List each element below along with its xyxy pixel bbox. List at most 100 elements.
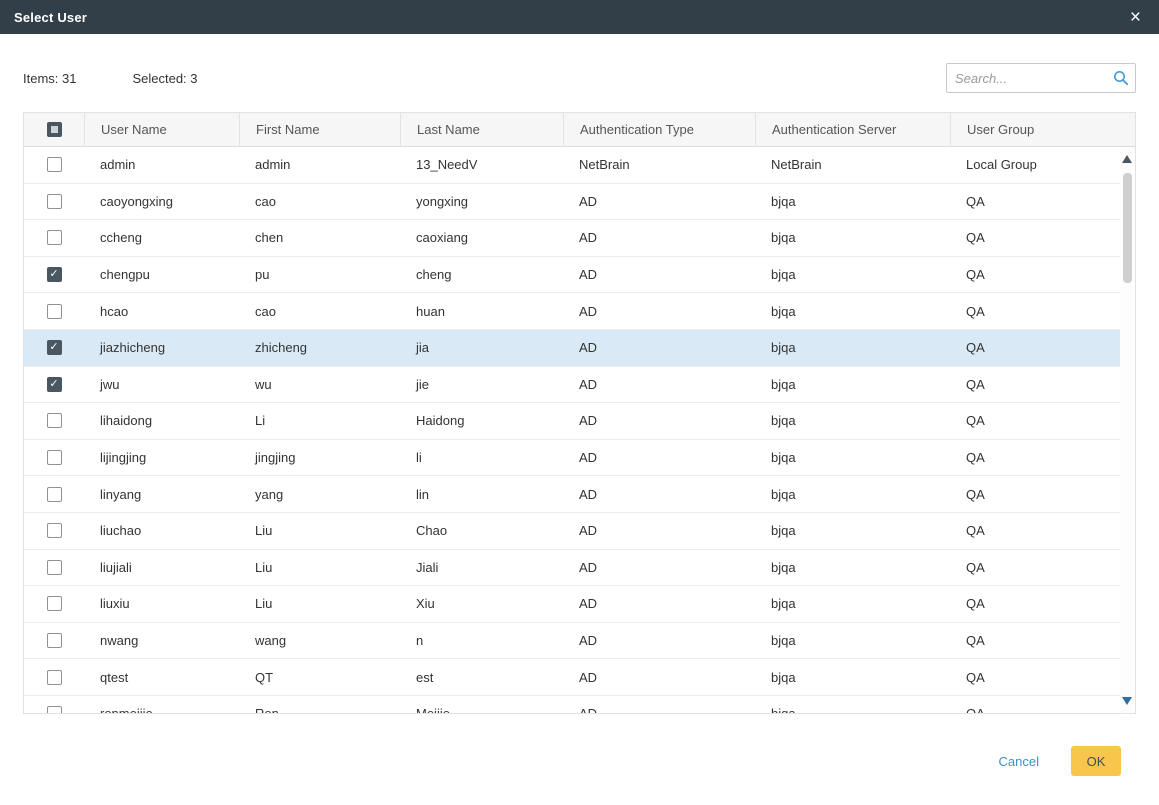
row-checkbox-cell [24, 293, 84, 329]
vertical-scrollbar[interactable] [1120, 147, 1135, 713]
row-checkbox[interactable] [47, 596, 62, 611]
table-cell: est [400, 659, 563, 695]
row-checkbox[interactable] [47, 560, 62, 575]
table-row[interactable]: linyangyanglinADbjqaQA [24, 476, 1135, 513]
table-cell: yang [239, 476, 400, 512]
row-checkbox[interactable] [47, 157, 62, 172]
close-icon[interactable]: × [1126, 6, 1145, 29]
table-row[interactable]: liujialiLiuJialiADbjqaQA [24, 550, 1135, 587]
row-checkbox[interactable] [47, 487, 62, 502]
table-cell: QA [950, 696, 1135, 713]
table-cell: bjqa [755, 257, 950, 293]
table-cell: Chao [400, 513, 563, 549]
table-cell: liuxiu [84, 586, 239, 622]
column-header-authentication-server[interactable]: Authentication Server [755, 113, 950, 146]
row-checkbox[interactable] [47, 670, 62, 685]
table-cell: zhicheng [239, 330, 400, 366]
table-cell: jingjing [239, 440, 400, 476]
table-header: User NameFirst NameLast NameAuthenticati… [24, 113, 1135, 147]
row-checkbox[interactable] [47, 633, 62, 648]
table-cell: AD [563, 257, 755, 293]
search-icon[interactable] [1107, 70, 1135, 86]
row-checkbox-cell [24, 513, 84, 549]
user-table: User NameFirst NameLast NameAuthenticati… [23, 112, 1136, 714]
table-cell: AD [563, 220, 755, 256]
scroll-up-icon[interactable] [1122, 155, 1132, 163]
table-row[interactable]: nwangwangnADbjqaQA [24, 623, 1135, 660]
table-cell: bjqa [755, 476, 950, 512]
row-checkbox[interactable] [47, 194, 62, 209]
table-cell: Ren [239, 696, 400, 713]
row-checkbox-cell [24, 147, 84, 183]
row-checkbox-cell [24, 659, 84, 695]
dialog-footer: Cancel OK [999, 746, 1121, 776]
table-cell: QA [950, 403, 1135, 439]
column-header-first-name[interactable]: First Name [239, 113, 400, 146]
table-cell: jiazhicheng [84, 330, 239, 366]
table-cell: QA [950, 293, 1135, 329]
table-cell: wu [239, 367, 400, 403]
table-cell: jie [400, 367, 563, 403]
table-cell: bjqa [755, 659, 950, 695]
row-checkbox[interactable] [47, 523, 62, 538]
column-header-last-name[interactable]: Last Name [400, 113, 563, 146]
column-header-authentication-type[interactable]: Authentication Type [563, 113, 755, 146]
row-checkbox[interactable] [47, 230, 62, 245]
table-cell: jia [400, 330, 563, 366]
table-cell: bjqa [755, 330, 950, 366]
table-row[interactable]: caoyongxingcaoyongxingADbjqaQA [24, 184, 1135, 221]
row-checkbox-cell [24, 476, 84, 512]
table-cell: AD [563, 586, 755, 622]
search-input[interactable] [947, 71, 1107, 86]
table-row[interactable]: lijingjingjingjingliADbjqaQA [24, 440, 1135, 477]
table-cell: QA [950, 257, 1135, 293]
column-header-user-group[interactable]: User Group [950, 113, 1135, 146]
column-header-user-name[interactable]: User Name [84, 113, 239, 146]
row-checkbox[interactable]: ✓ [47, 267, 62, 282]
table-cell: bjqa [755, 440, 950, 476]
row-checkbox[interactable] [47, 413, 62, 428]
table-cell: Liu [239, 586, 400, 622]
table-cell: bjqa [755, 184, 950, 220]
table-row[interactable]: liuxiuLiuXiuADbjqaQA [24, 586, 1135, 623]
table-body: adminadmin13_NeedVNetBrainNetBrainLocal … [24, 147, 1135, 713]
table-cell: QA [950, 367, 1135, 403]
row-checkbox[interactable]: ✓ [47, 340, 62, 355]
scrollbar-thumb[interactable] [1123, 173, 1132, 283]
table-row[interactable]: qtestQTestADbjqaQA [24, 659, 1135, 696]
row-checkbox[interactable] [47, 706, 62, 713]
scroll-down-icon[interactable] [1122, 697, 1132, 705]
select-all-checkbox[interactable] [47, 122, 62, 137]
row-checkbox[interactable]: ✓ [47, 377, 62, 392]
table-row[interactable]: cchengchencaoxiangADbjqaQA [24, 220, 1135, 257]
table-cell: hcao [84, 293, 239, 329]
table-cell: QA [950, 513, 1135, 549]
items-count: Items: 31 [23, 71, 76, 86]
table-cell: QA [950, 623, 1135, 659]
table-row[interactable]: adminadmin13_NeedVNetBrainNetBrainLocal … [24, 147, 1135, 184]
row-checkbox-cell [24, 184, 84, 220]
table-cell: bjqa [755, 550, 950, 586]
table-cell: AD [563, 440, 755, 476]
table-cell: Local Group [950, 147, 1135, 183]
table-row[interactable]: hcaocaohuanADbjqaQA [24, 293, 1135, 330]
table-row[interactable]: ✓jwuwujieADbjqaQA [24, 367, 1135, 404]
table-cell: AD [563, 623, 755, 659]
table-cell: linyang [84, 476, 239, 512]
table-cell: AD [563, 513, 755, 549]
table-cell: bjqa [755, 623, 950, 659]
table-row[interactable]: liuchaoLiuChaoADbjqaQA [24, 513, 1135, 550]
table-cell: lin [400, 476, 563, 512]
table-row[interactable]: ✓chengpupuchengADbjqaQA [24, 257, 1135, 294]
row-checkbox[interactable] [47, 304, 62, 319]
table-row[interactable]: lihaidongLiHaidongADbjqaQA [24, 403, 1135, 440]
ok-button[interactable]: OK [1071, 746, 1121, 776]
table-cell: QA [950, 184, 1135, 220]
table-row[interactable]: renmeijieRenMeijieADbjqaQA [24, 696, 1135, 713]
table-cell: bjqa [755, 367, 950, 403]
cancel-button[interactable]: Cancel [999, 754, 1039, 769]
row-checkbox[interactable] [47, 450, 62, 465]
table-cell: bjqa [755, 696, 950, 713]
table-cell: pu [239, 257, 400, 293]
table-row[interactable]: ✓jiazhichengzhichengjiaADbjqaQA [24, 330, 1135, 367]
